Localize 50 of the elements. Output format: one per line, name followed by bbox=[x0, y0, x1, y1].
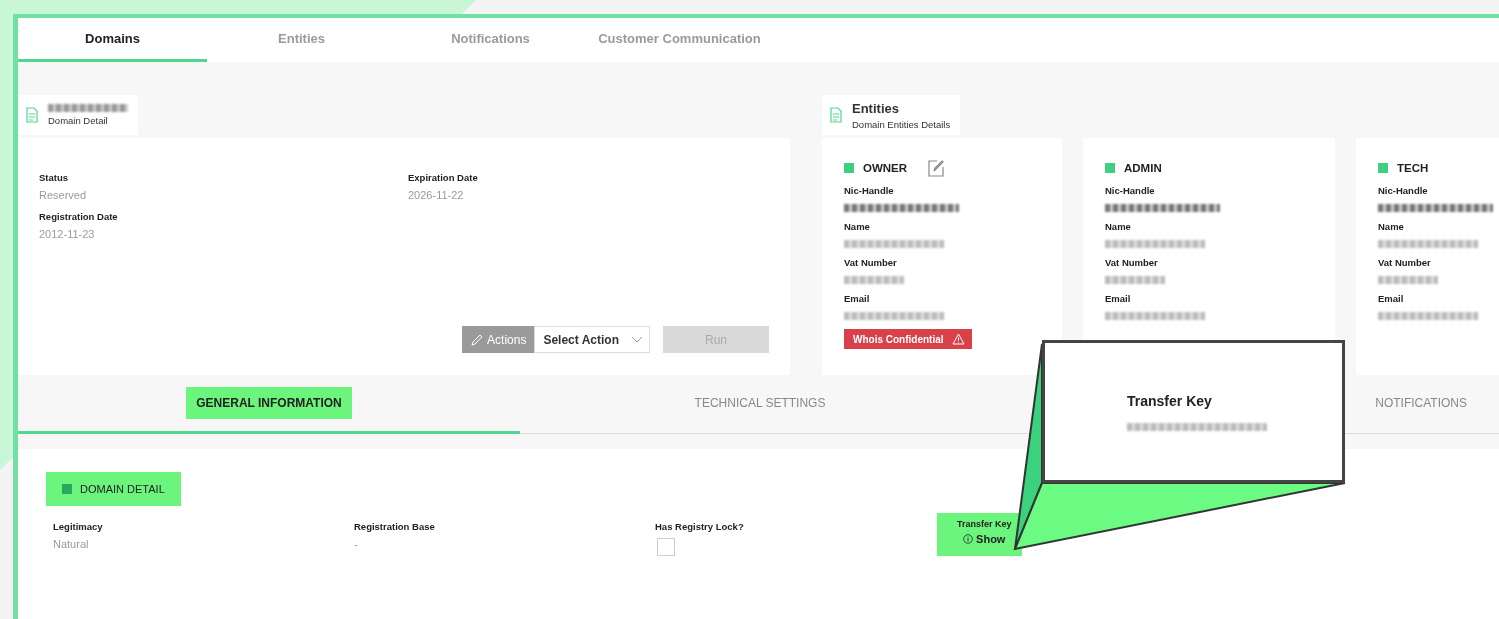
edit-icon[interactable] bbox=[928, 159, 945, 177]
square-icon bbox=[62, 484, 72, 494]
field-value: Natural bbox=[53, 538, 90, 550]
field-label: Registration Base bbox=[354, 521, 436, 532]
entity-role: ADMIN bbox=[1124, 162, 1162, 174]
field-label: Email bbox=[1105, 293, 1132, 304]
whois-badge: Whois Confidential bbox=[844, 329, 972, 349]
field-label: Name bbox=[1378, 221, 1405, 232]
document-icon bbox=[830, 107, 842, 123]
panel-subtitle: Domain Detail bbox=[48, 115, 109, 126]
section-title-text: DOMAIN DETAIL bbox=[80, 483, 165, 495]
chevron-down-icon bbox=[631, 335, 643, 344]
document-icon bbox=[26, 107, 38, 123]
entity-role: OWNER bbox=[863, 162, 908, 174]
field-label: Name bbox=[1105, 221, 1132, 232]
field-label: Vat Number bbox=[1105, 257, 1159, 268]
action-select[interactable]: Select Action bbox=[534, 326, 650, 353]
field-label: Nic-Handle bbox=[1105, 185, 1156, 196]
field-label: Nic-Handle bbox=[844, 185, 895, 196]
entity-role: TECH bbox=[1397, 162, 1429, 174]
field-label: Nic-Handle bbox=[1378, 185, 1429, 196]
field-value: Reserved bbox=[39, 189, 88, 201]
field-label: Legitimacy bbox=[53, 521, 104, 532]
field-value: 2012-11-23 bbox=[39, 228, 96, 240]
field-label: Vat Number bbox=[1378, 257, 1432, 268]
square-icon bbox=[844, 163, 854, 173]
panel-title: Entities bbox=[852, 100, 900, 116]
field-label: Email bbox=[844, 293, 871, 304]
actions-button[interactable]: Actions bbox=[462, 326, 535, 353]
section-tab[interactable]: GENERAL INFORMATION bbox=[18, 375, 520, 434]
show-link[interactable]: Show bbox=[963, 533, 1006, 545]
field-label: Transfer Key bbox=[957, 519, 1012, 529]
field-label: Registration Date bbox=[39, 211, 119, 222]
field-label: Status bbox=[39, 172, 70, 183]
square-icon bbox=[1105, 163, 1115, 173]
field-label: Has Registry Lock? bbox=[655, 521, 745, 532]
info-icon bbox=[963, 534, 974, 544]
square-icon bbox=[1378, 163, 1388, 173]
checkbox[interactable] bbox=[657, 538, 675, 556]
callout-title: Transfer Key bbox=[1127, 393, 1212, 409]
field-value: 2026-11-22 bbox=[408, 189, 465, 201]
field-label: Expiration Date bbox=[408, 172, 479, 183]
field-label: Vat Number bbox=[844, 257, 898, 268]
field-label: Name bbox=[844, 221, 871, 232]
pencil-icon bbox=[470, 332, 485, 347]
warning-icon bbox=[951, 333, 965, 345]
field-value: - bbox=[354, 538, 359, 550]
section-tab[interactable]: TECHNICAL SETTINGS bbox=[520, 375, 1000, 434]
field-label: Email bbox=[1378, 293, 1405, 304]
panel-subtitle: Domain Entities Details bbox=[852, 118, 951, 130]
